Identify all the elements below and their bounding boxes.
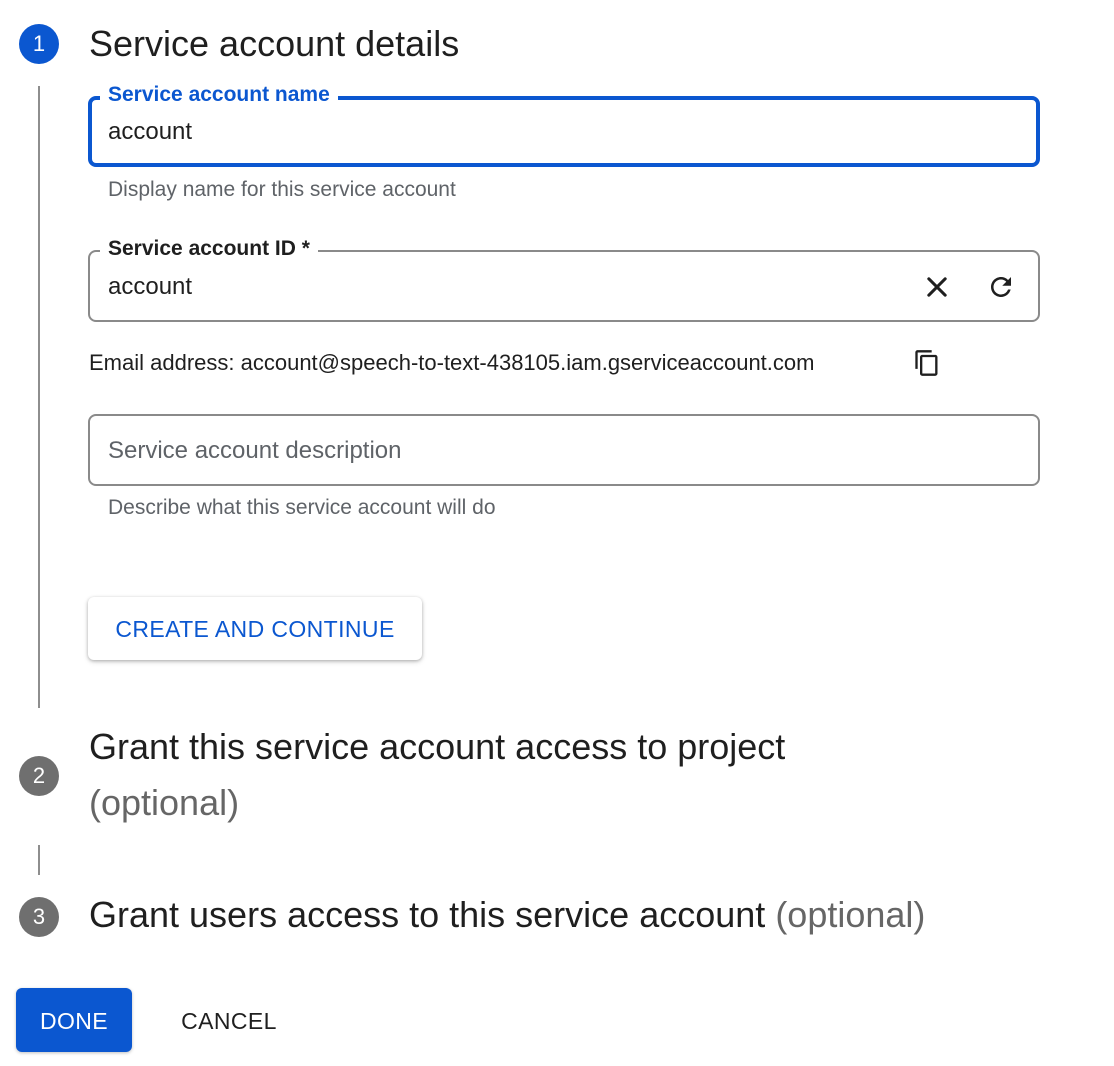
service-account-description-input[interactable]	[108, 435, 1008, 467]
cancel-button[interactable]: CANCEL	[160, 988, 298, 1052]
create-and-continue-button[interactable]: CREATE AND CONTINUE	[88, 597, 422, 660]
service-account-description-field[interactable]	[88, 414, 1040, 486]
done-button[interactable]: DONE	[16, 988, 132, 1052]
refresh-icon[interactable]	[979, 265, 1023, 309]
step-3-optional: (optional)	[775, 894, 926, 935]
step-3-indicator: 3	[19, 897, 59, 937]
email-address-text: Email address: account@speech-to-text-43…	[89, 350, 815, 375]
step-2-optional: (optional)	[89, 782, 240, 823]
close-icon[interactable]	[915, 265, 959, 309]
copy-icon[interactable]	[905, 341, 949, 385]
step-3-heading: Grant users access to this service accou…	[89, 887, 925, 943]
service-account-name-input[interactable]	[108, 116, 1008, 148]
service-account-id-label: Service account ID *	[100, 237, 318, 261]
step-1-indicator: 1	[19, 24, 59, 64]
service-account-name-label: Service account name	[100, 83, 338, 107]
step-1-title: Service account details	[89, 23, 460, 64]
service-account-name-helper: Display name for this service account	[108, 178, 456, 201]
step-1-connector	[38, 86, 40, 708]
step-2-connector	[38, 845, 40, 875]
service-account-description-helper: Describe what this service account will …	[108, 496, 496, 519]
service-account-id-input[interactable]	[108, 271, 888, 303]
step-2-title: Grant this service account access to pro…	[89, 726, 786, 767]
step-3-title: Grant users access to this service accou…	[89, 894, 766, 935]
step-2-indicator: 2	[19, 756, 59, 796]
